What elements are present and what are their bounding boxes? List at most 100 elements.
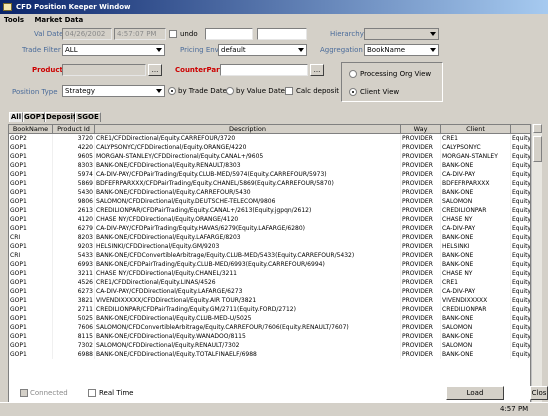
calc-deposit-checkbox[interactable] — [285, 87, 293, 95]
val-date-field[interactable]: 04/26/2002 — [62, 28, 112, 40]
product-browse-button[interactable]: ... — [148, 64, 162, 76]
app-icon — [3, 3, 12, 11]
column-header-client[interactable]: Client — [441, 125, 511, 134]
realtime-checkbox[interactable] — [88, 389, 96, 397]
table-cell: CHASE NY — [441, 215, 511, 224]
undo-field-1[interactable] — [205, 28, 253, 40]
counterparty-browse-button[interactable]: ... — [310, 64, 324, 76]
table-cell: GOP1 — [9, 224, 53, 233]
tab-all[interactable]: All — [9, 112, 23, 122]
processing-org-view-radio[interactable] — [349, 70, 357, 78]
product-field[interactable] — [62, 64, 146, 76]
table-cell: SALOMON/CFDConvertibleArbitrage/Equity.C… — [95, 323, 401, 332]
table-row[interactable]: GOP1 3211 CHASE NY/CFDDirectional/Equity.C… — [9, 269, 530, 278]
scroll-thumb[interactable] — [533, 136, 542, 162]
table-cell: 2711 — [53, 305, 95, 314]
table-row[interactable]: GOP1 9605 MORGAN-STANLEY/CFDDirectional/Eq… — [9, 152, 530, 161]
table-cell: PROVIDER — [401, 215, 441, 224]
table-cell: GOP1 — [9, 170, 53, 179]
table-cell: 6279 — [53, 224, 95, 233]
client-view-radio[interactable] — [349, 88, 357, 96]
table-cell: CRI — [9, 233, 53, 242]
table-row[interactable]: GOP1 8115 BANK-ONE/CFDDirectional/Equity.W… — [9, 332, 530, 341]
table-row[interactable]: GOP1 5974 CA-DIV-PAY/CFDPairTrading/Equity… — [9, 170, 531, 179]
menu-tools[interactable]: Tools — [0, 14, 28, 26]
column-header-bookname[interactable]: BookName — [9, 125, 53, 134]
counterparty-field[interactable] — [220, 64, 308, 76]
table-row[interactable]: GOP1 9203 HELSINKI/CFDDirectional/Equity.G… — [9, 242, 530, 251]
table-row[interactable]: GOP1 7302 SALOMON/CFDDirectional/Equity.RE… — [9, 341, 530, 350]
view-radio-group — [341, 62, 443, 102]
table-cell: MORGAN-STANLEY — [441, 152, 511, 161]
position-type-select[interactable]: Strategy — [62, 85, 165, 97]
table-cell: 4120 — [53, 215, 95, 224]
table-cell: BANK-ONE — [441, 314, 511, 323]
table-row[interactable]: GOP1 4120 CHASE NY/CFDDirectional/Equity.O… — [9, 215, 531, 224]
table-row[interactable]: GOP1 5869 BDFEFRPARXXX/CFDPairTrading/Equi… — [9, 179, 530, 188]
by-value-date-label: by Value Date — [236, 87, 285, 95]
table-row[interactable]: GOP1 6993 BANK-ONE/CFDPairTrading/Equity.C… — [9, 260, 530, 269]
hierarchy-select[interactable] — [364, 28, 439, 40]
load-button[interactable]: Load — [446, 386, 504, 400]
menu-market-data[interactable]: Market Data — [30, 14, 87, 26]
table-cell: Equity.C — [512, 252, 531, 259]
table-cell: GOP1 — [9, 278, 53, 287]
window-title: CFD Position Keeper Window — [16, 3, 131, 11]
table-cell: BANK-ONE — [441, 332, 511, 341]
table-cell: Equity.C — [512, 171, 531, 178]
table-cell: 3720 — [53, 134, 95, 143]
table-row[interactable]: GOP1 6279 CA-DIV-PAY/CFDPairTrading/Equity… — [9, 224, 530, 233]
table-cell: 4220 — [53, 143, 95, 152]
table-row[interactable]: GOP1 8303 BANK-ONE/CFDDirectional/Equity.R… — [9, 161, 530, 170]
table-row[interactable]: GOP1 5430 BANK-ONE/CFDDirectional/Equity.C… — [9, 188, 530, 197]
table-row[interactable]: GOP1 3821 VIVENDIXXXXX/CFDDirectional/Equi… — [9, 296, 530, 305]
table-cell: GOP1 — [9, 332, 53, 341]
table-cell: GOP1 — [9, 197, 53, 206]
pricing-env-select[interactable]: default — [218, 44, 307, 56]
table-row[interactable]: GOP1 4220 CALYPSONYC/CFDDirectional/Equity… — [9, 143, 531, 152]
table-row[interactable]: GOP1 4526 CRE1/CFDDirectional/Equity.LINAS… — [9, 278, 530, 287]
column-header-way[interactable]: Way — [401, 125, 441, 134]
tab-deposit[interactable]: Deposit — [45, 112, 76, 122]
positions-table[interactable]: BookName Product Id Description Way Clie… — [8, 124, 531, 414]
table-row[interactable]: CRI 5433 BANK-ONE/CFDConvertibleArbitrage/… — [9, 251, 531, 260]
table-cell: CA-DIV-PAY/CFDPairTrading/Equity.HAVAS/6… — [95, 224, 401, 233]
table-cell: PROVIDER — [401, 188, 441, 197]
table-cell: BANK-ONE/CFDDirectional/Equity.WANADOO/8… — [95, 332, 401, 341]
table-cell: PROVIDER — [401, 296, 441, 305]
table-row[interactable]: GOP2 3720 CRE1/CFDDirectional/Equity.CARRE… — [9, 134, 530, 143]
by-value-date-radio[interactable] — [226, 87, 234, 95]
val-time-field[interactable]: 4:57:07 PM — [114, 28, 166, 40]
table-row[interactable]: CRI 8203 BANK-ONE/CFDDirectional/Equity.LA… — [9, 233, 530, 242]
table-row[interactable]: GOP1 5025 BANK-ONE/CFDDirectional/Equity.C… — [9, 314, 530, 323]
column-header-product-id[interactable]: Product Id — [53, 125, 95, 134]
column-header-extra[interactable] — [511, 125, 530, 134]
close-button[interactable]: Clos — [530, 386, 548, 400]
table-cell: 7606 — [53, 323, 95, 332]
table-row[interactable]: GOP1 9806 SALOMON/CFDDirectional/Equity.DE… — [9, 197, 530, 206]
scroll-up-icon[interactable] — [533, 124, 542, 133]
table-row[interactable]: GOP1 6988 BANK-ONE/CFDDirectional/Equity.T… — [9, 350, 530, 359]
trade-filter-select[interactable]: ALL — [62, 44, 165, 56]
table-cell: GOP1 — [9, 350, 53, 359]
table-cell: PROVIDER — [401, 332, 441, 341]
table-cell: GOP1 — [9, 260, 53, 269]
table-row[interactable]: GOP1 6273 CA-DIV-PAY/CFDDirectional/Equity… — [9, 287, 530, 296]
by-trade-date-radio[interactable] — [168, 87, 176, 95]
undo-field-2[interactable] — [257, 28, 307, 40]
tab-sgoe[interactable]: SGOE — [75, 112, 101, 122]
tab-gop1[interactable]: GOP1 — [23, 112, 46, 122]
undo-checkbox[interactable] — [169, 30, 177, 38]
table-cell: GOP1 — [9, 161, 53, 170]
column-header-description[interactable]: Description — [95, 125, 401, 134]
table-cell: PROVIDER — [401, 251, 441, 260]
pricing-env-label: Pricing Env — [180, 46, 219, 54]
table-cell: Equity.O — [512, 144, 531, 151]
table-row[interactable]: GOP1 2711 CREDILIONPAR/CFDPairTrading/Equi… — [9, 305, 530, 314]
table-cell: 9605 — [53, 152, 95, 161]
aggregation-select[interactable]: BookName — [364, 44, 439, 56]
table-row[interactable]: GOP1 7606 SALOMON/CFDConvertibleArbitrage/… — [9, 323, 530, 332]
table-cell: Equity.O — [512, 216, 531, 223]
table-row[interactable]: GOP1 2613 CREDILIONPAR/CFDPairTrading/Equi… — [9, 206, 530, 215]
table-scrollbar[interactable] — [531, 124, 542, 414]
